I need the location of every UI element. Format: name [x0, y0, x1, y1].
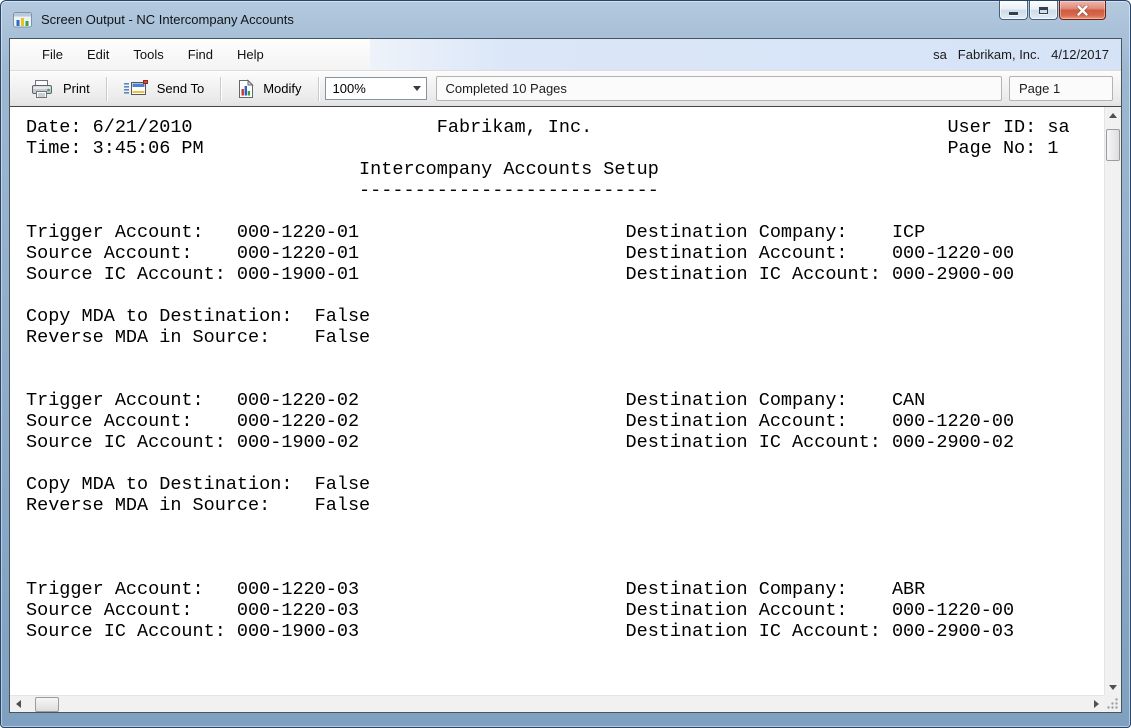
menu-find[interactable]: Find: [176, 42, 225, 67]
session-company: Fabrikam, Inc.: [958, 47, 1040, 62]
application-window: Screen Output - NC Intercompany Accounts…: [0, 0, 1131, 728]
report-content-area: Date: 6/21/2010 Fabrikam, Inc. User ID: …: [10, 107, 1121, 712]
title-bar[interactable]: Screen Output - NC Intercompany Accounts: [1, 1, 1130, 38]
scroll-left-button[interactable]: [10, 696, 26, 712]
resize-grip[interactable]: [1104, 695, 1121, 712]
window-controls: [998, 1, 1106, 21]
close-button[interactable]: [1059, 1, 1106, 20]
modify-button[interactable]: Modify: [225, 75, 313, 103]
menu-help[interactable]: Help: [225, 42, 276, 67]
page-indicator-field[interactable]: Page 1: [1009, 76, 1113, 101]
toolbar-separator: [106, 77, 107, 101]
vertical-scrollbar[interactable]: [1104, 107, 1121, 695]
zoom-value: 100%: [333, 81, 366, 96]
report-text: Date: 6/21/2010 Fabrikam, Inc. User ID: …: [10, 107, 1104, 695]
toolbar: Print Send To: [10, 71, 1121, 107]
print-button[interactable]: Print: [18, 75, 102, 103]
window-title: Screen Output - NC Intercompany Accounts: [41, 12, 294, 27]
modify-report-icon: [237, 79, 254, 99]
modify-label: Modify: [263, 81, 301, 96]
menu-bar: File Edit Tools Find Help sa Fabrikam, I…: [10, 39, 1121, 71]
send-to-icon: [123, 80, 148, 97]
vertical-scroll-track[interactable]: [1105, 161, 1121, 679]
app-icon[interactable]: [13, 12, 32, 28]
minimize-icon: [1009, 12, 1018, 15]
scroll-down-button[interactable]: [1105, 679, 1121, 695]
report-status-field: Completed 10 Pages: [436, 76, 1003, 101]
session-user: sa: [933, 47, 947, 62]
zoom-dropdown[interactable]: 100%: [325, 77, 427, 100]
maximize-button[interactable]: [1029, 1, 1058, 20]
horizontal-scroll-thumb[interactable]: [35, 697, 59, 712]
printer-icon: [30, 79, 54, 99]
menu-file[interactable]: File: [30, 42, 75, 67]
minimize-button[interactable]: [999, 1, 1028, 20]
chevron-down-icon: [413, 86, 421, 95]
close-icon: [1076, 5, 1089, 16]
send-to-button[interactable]: Send To: [111, 76, 216, 101]
menu-edit[interactable]: Edit: [75, 42, 121, 67]
scroll-right-button[interactable]: [1088, 696, 1104, 712]
toolbar-separator: [318, 77, 319, 101]
arrow-down-icon: [1109, 685, 1117, 694]
horizontal-scrollbar[interactable]: [10, 695, 1104, 712]
vertical-scroll-thumb[interactable]: [1106, 129, 1120, 161]
maximize-icon: [1039, 7, 1048, 14]
toolbar-separator: [220, 77, 221, 101]
menu-tools[interactable]: Tools: [121, 42, 175, 67]
print-label: Print: [63, 81, 90, 96]
arrow-up-icon: [1109, 109, 1117, 118]
session-date: 4/12/2017: [1051, 47, 1109, 62]
resize-grip-icon: [1106, 697, 1119, 710]
arrow-right-icon: [1094, 700, 1103, 708]
scroll-up-button[interactable]: [1105, 107, 1121, 123]
arrow-left-icon: [12, 700, 21, 708]
menus: File Edit Tools Find Help: [10, 39, 370, 70]
send-to-label: Send To: [157, 81, 204, 96]
client-area: File Edit Tools Find Help sa Fabrikam, I…: [9, 38, 1122, 713]
session-status: sa Fabrikam, Inc. 4/12/2017: [370, 39, 1121, 70]
